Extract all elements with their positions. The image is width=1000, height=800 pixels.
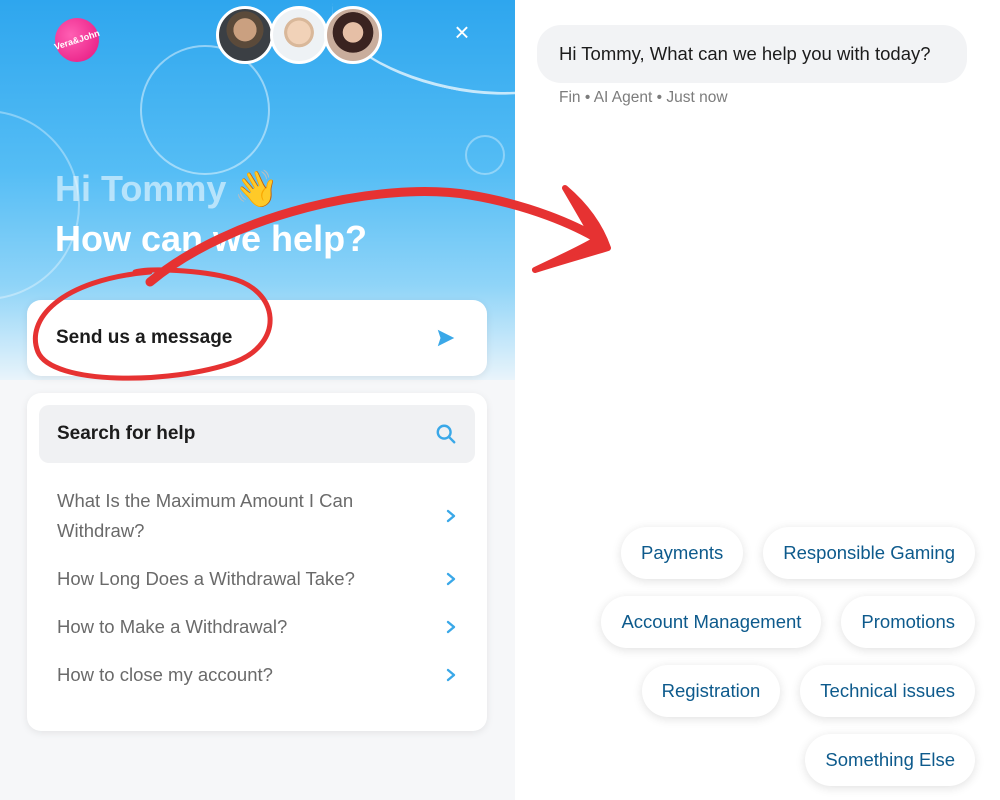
greeting-title: Hi Tommy 👋 (55, 168, 280, 209)
help-article-title: How to close my account? (57, 664, 273, 685)
team-avatars (216, 6, 382, 66)
chevron-right-icon (446, 572, 456, 586)
help-article-title: How to Make a Withdrawal? (57, 616, 288, 637)
close-icon[interactable]: × (450, 19, 474, 45)
search-for-help-button[interactable]: Search for help (39, 405, 475, 463)
quick-reply-chip[interactable]: Technical issues (800, 665, 975, 717)
greeting-subtitle: How can we help? (55, 218, 368, 259)
help-article-title: How Long Does a Withdrawal Take? (57, 568, 355, 589)
quick-reply-chip[interactable]: Payments (621, 527, 744, 579)
help-article-item[interactable]: How to Make a Withdrawal? (39, 603, 475, 651)
quick-reply-chip[interactable]: Promotions (841, 596, 975, 648)
help-articles-list: What Is the Maximum Amount I Can Withdra… (39, 477, 475, 699)
messenger-home-panel: Vera&John × Hi Tommy 👋 How can we help? S… (0, 0, 515, 800)
avatar (270, 6, 328, 64)
help-center-card: Search for help What Is the Maximum Amou… (27, 393, 487, 731)
agent-message-bubble: Hi Tommy, What can we help you with toda… (537, 25, 967, 83)
quick-reply-chip[interactable]: Registration (641, 665, 781, 717)
help-article-item[interactable]: How Long Does a Withdrawal Take? (39, 555, 475, 603)
quick-reply-chip[interactable]: Responsible Gaming (763, 527, 975, 579)
help-article-item[interactable]: What Is the Maximum Amount I Can Withdra… (39, 477, 475, 555)
decorative-bubble (465, 135, 505, 175)
quick-reply-row: Account Management Promotions (580, 596, 975, 648)
agent-message-text: Hi Tommy, What can we help you with toda… (559, 43, 931, 64)
quick-reply-chip[interactable]: Account Management (601, 596, 822, 648)
message-meta: Fin • AI Agent • Just now (559, 89, 728, 106)
quick-reply-row: Registration Technical issues (580, 665, 975, 717)
chevron-right-icon (446, 668, 456, 682)
brand-logo: Vera&John (49, 12, 105, 68)
chevron-right-icon (446, 509, 456, 523)
send-message-label: Send us a message (56, 327, 233, 348)
wave-icon: 👋 (234, 168, 280, 209)
search-icon (436, 424, 456, 444)
help-article-item[interactable]: How to close my account? (39, 651, 475, 699)
avatar (324, 6, 382, 64)
quick-reply-row: Payments Responsible Gaming (580, 527, 975, 579)
quick-reply-chip[interactable]: Something Else (805, 734, 975, 786)
help-article-title: What Is the Maximum Amount I Can Withdra… (57, 490, 354, 541)
send-arrow-icon (437, 329, 455, 347)
quick-reply-options: Payments Responsible Gaming Account Mana… (580, 527, 975, 800)
quick-reply-row: Something Else (580, 734, 975, 786)
send-message-button[interactable]: Send us a message (27, 300, 487, 376)
avatar (216, 6, 274, 64)
search-for-help-label: Search for help (57, 423, 196, 444)
chevron-right-icon (446, 620, 456, 634)
annotation-arrowhead (532, 185, 611, 273)
